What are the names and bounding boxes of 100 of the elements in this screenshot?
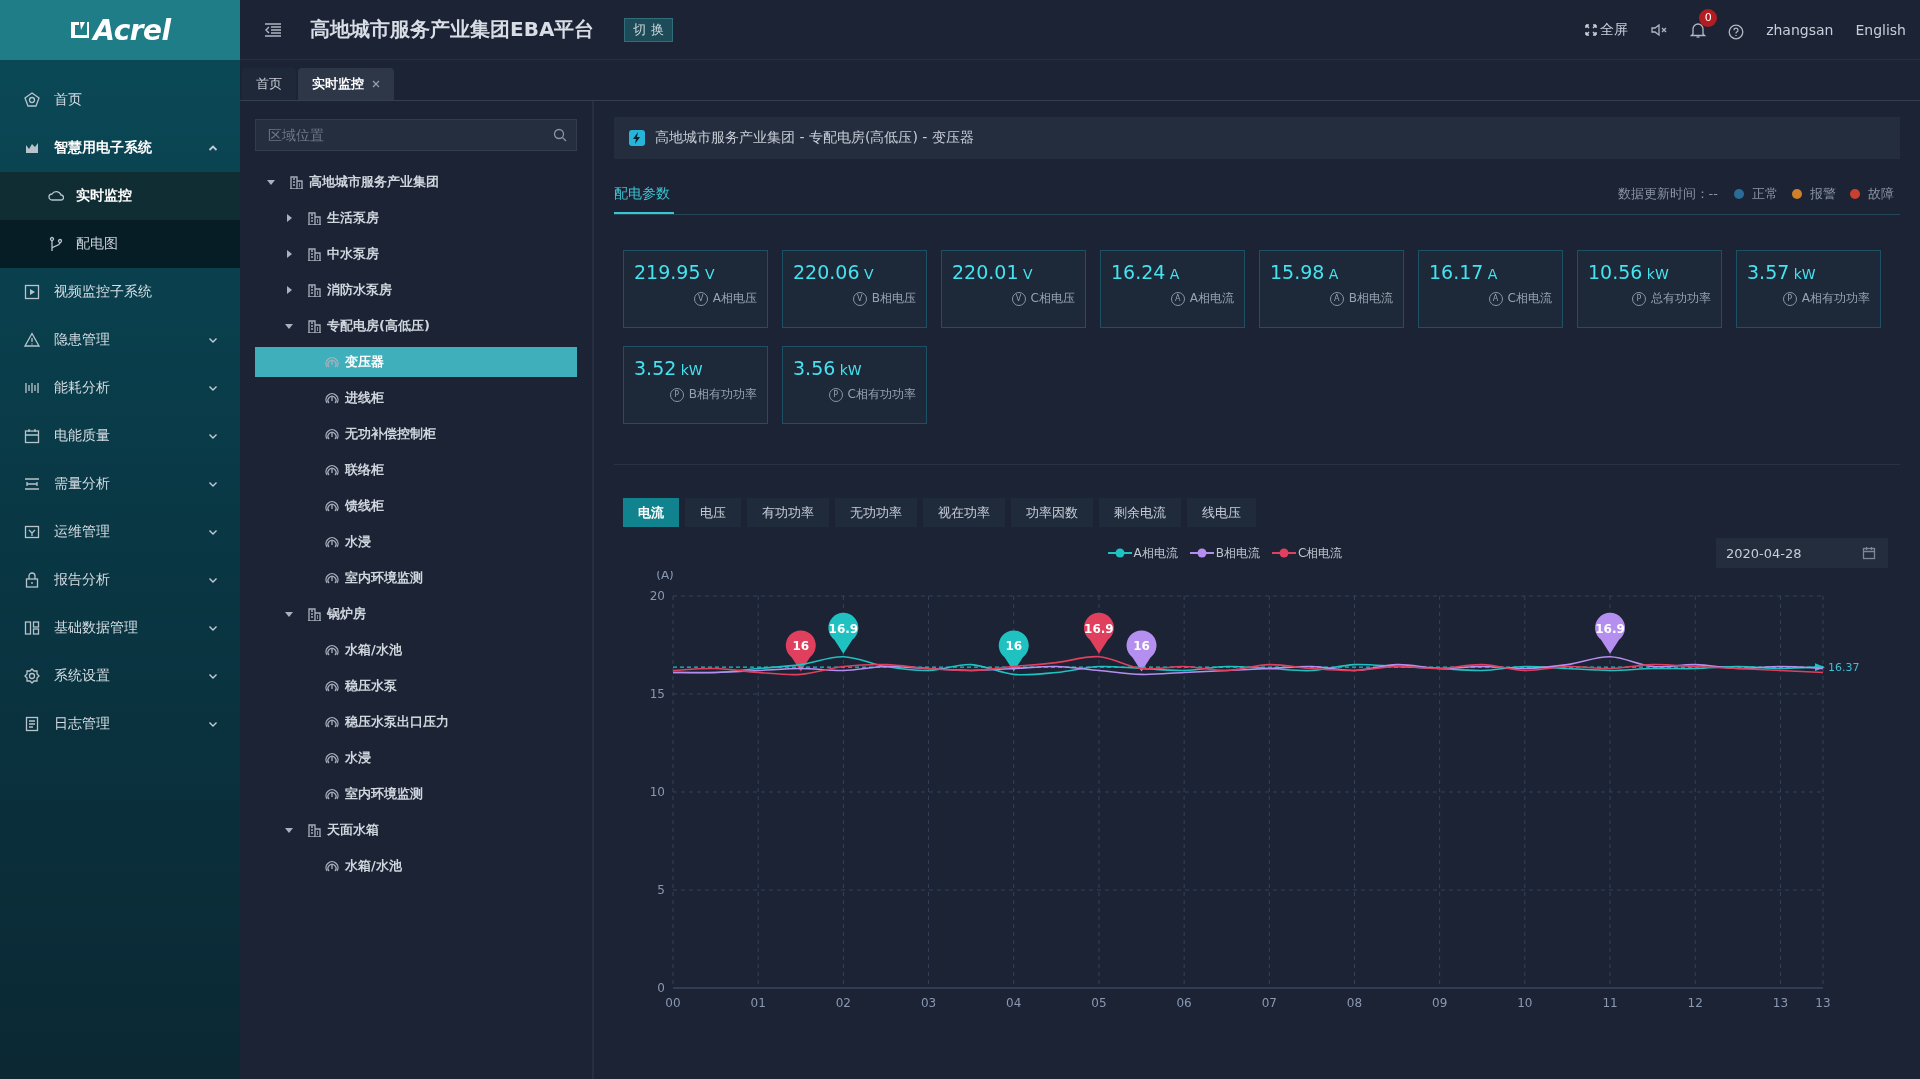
- tree-node[interactable]: 进线柜: [255, 380, 577, 416]
- gear-icon: [24, 668, 40, 684]
- marker-pin: 16: [1126, 630, 1157, 672]
- building-icon: [307, 247, 321, 261]
- tree-node[interactable]: 室内环境监测: [255, 776, 577, 812]
- language-link[interactable]: English: [1855, 21, 1906, 38]
- metric-label: C相电压: [1030, 290, 1075, 307]
- menu-item[interactable]: 系统设置: [0, 652, 240, 700]
- list-icon: [24, 476, 40, 492]
- y-tick-label: 0: [657, 981, 665, 995]
- metric-label: B相电流: [1348, 290, 1393, 307]
- tree-node[interactable]: 高地城市服务产业集团: [255, 164, 577, 200]
- section-tab[interactable]: 配电参数: [614, 174, 674, 214]
- tree-node[interactable]: 水浸: [255, 740, 577, 776]
- gauge-icon: [325, 715, 339, 729]
- tree-node[interactable]: 室内环境监测: [255, 560, 577, 596]
- search-icon: [553, 128, 567, 142]
- chart-tab[interactable]: 有功功率: [747, 498, 829, 527]
- page-tab[interactable]: 首页: [242, 68, 296, 100]
- platform-title: 高地城市服务产业集团EBA平台: [310, 16, 595, 43]
- home-icon: [24, 92, 40, 108]
- x-tick-label: 12: [1687, 996, 1703, 1010]
- caret-right-icon: [285, 250, 293, 258]
- marker-pin: 16.9: [828, 612, 859, 654]
- submenu-item[interactable]: 实时监控: [0, 172, 240, 220]
- tree-node[interactable]: 天面水箱: [255, 812, 577, 848]
- user-name[interactable]: zhangsan: [1766, 21, 1834, 38]
- x-tick-label: 04: [1006, 996, 1022, 1010]
- metric-label: 总有功功率: [1651, 290, 1711, 307]
- document-icon: [24, 716, 40, 732]
- fullscreen-button[interactable]: 全屏: [1585, 20, 1629, 39]
- menu-item[interactable]: 报告分析: [0, 556, 240, 604]
- branch-icon: [48, 236, 64, 252]
- menu-item[interactable]: 隐患管理: [0, 316, 240, 364]
- date-field[interactable]: 2020-04-28: [1716, 538, 1888, 568]
- x-tick-label: 13: [1815, 996, 1831, 1010]
- tree-node[interactable]: 水箱/水池: [255, 848, 577, 884]
- tree-node[interactable]: 锅炉房: [255, 596, 577, 632]
- tree-node[interactable]: 中水泵房: [255, 236, 577, 272]
- chart-tab[interactable]: 剩余电流: [1099, 498, 1181, 527]
- warning-icon: [24, 332, 40, 348]
- metric-label: B相有功功率: [688, 386, 757, 403]
- tree-node[interactable]: 无功补偿控制柜: [255, 416, 577, 452]
- tree-node[interactable]: 联络柜: [255, 452, 577, 488]
- tree-node[interactable]: 馈线柜: [255, 488, 577, 524]
- tree-node[interactable]: 稳压水泵出口压力: [255, 704, 577, 740]
- x-tick-label: 13: [1772, 996, 1789, 1010]
- submenu-item[interactable]: 配电图: [0, 220, 240, 268]
- menu-item[interactable]: 视频监控子系统: [0, 268, 240, 316]
- chart-tab[interactable]: 电流: [623, 498, 679, 527]
- switch-button[interactable]: 切 换: [624, 17, 673, 42]
- menu-item[interactable]: 能耗分析: [0, 364, 240, 412]
- search-field[interactable]: 区域位置: [255, 119, 577, 151]
- legend-item[interactable]: B相电流: [1189, 544, 1261, 562]
- video-icon: [24, 284, 40, 300]
- y-tick-label: 20: [649, 589, 665, 603]
- x-tick-label: 01: [750, 996, 766, 1010]
- annotation: 16: [1133, 639, 1150, 654]
- annotation: 16.9: [1084, 621, 1114, 636]
- x-tick-label: 11: [1602, 996, 1618, 1010]
- gauge-icon: [325, 751, 339, 765]
- tree-node[interactable]: 水箱/水池: [255, 632, 577, 668]
- menu-item[interactable]: 需量分析: [0, 460, 240, 508]
- menu-item[interactable]: 基础数据管理: [0, 604, 240, 652]
- y-tick-label: 15: [649, 687, 665, 701]
- metric-value: 16.17 A: [1429, 261, 1499, 283]
- tree-node[interactable]: 水浸: [255, 524, 577, 560]
- tree-node[interactable]: 生活泵房: [255, 200, 577, 236]
- calendar-icon: [24, 428, 40, 444]
- breadcrumb-bar: 高地城市服务产业集团 - 专配电房(高低压) - 变压器: [614, 117, 1900, 159]
- status-label: 报警: [1810, 185, 1836, 203]
- chart-tab[interactable]: 功率因数: [1011, 498, 1093, 527]
- x-tick-label: 09: [1432, 996, 1448, 1010]
- tree-node[interactable]: 消防水泵房: [255, 272, 577, 308]
- metric-label: A相电压: [712, 290, 757, 307]
- help-icon: [1728, 23, 1745, 40]
- metric-label: B相电压: [871, 290, 916, 307]
- gauge-icon: [325, 355, 339, 369]
- menu-item[interactable]: 电能质量: [0, 412, 240, 460]
- chart-tab[interactable]: 电压: [685, 498, 741, 527]
- chart-tab[interactable]: 线电压: [1187, 498, 1256, 527]
- caret-right-icon: [285, 214, 293, 222]
- gauge-icon: [325, 571, 339, 585]
- menu-item[interactable]: 智慧用电子系统: [0, 124, 240, 172]
- tree-node[interactable]: 稳压水泵: [255, 668, 577, 704]
- logo: Acrel: [69, 13, 171, 47]
- gauge-icon: [325, 679, 339, 693]
- menu-item[interactable]: 运维管理: [0, 508, 240, 556]
- menu-item[interactable]: 首页: [0, 76, 240, 124]
- legend-item[interactable]: A相电流: [1107, 544, 1178, 562]
- metric-label: C相有功功率: [847, 386, 916, 403]
- building-icon: [307, 283, 321, 297]
- expand-icon: [1585, 23, 1598, 36]
- tree-node[interactable]: 专配电房(高低压): [255, 308, 577, 344]
- chart-tab[interactable]: 无功功率: [835, 498, 917, 527]
- chart-tab[interactable]: 视在功率: [923, 498, 1005, 527]
- menu-item[interactable]: 日志管理: [0, 700, 240, 748]
- page-tab[interactable]: 实时监控: [298, 68, 394, 100]
- caret-down-icon: [285, 826, 293, 834]
- legend-item[interactable]: C相电流: [1272, 544, 1343, 562]
